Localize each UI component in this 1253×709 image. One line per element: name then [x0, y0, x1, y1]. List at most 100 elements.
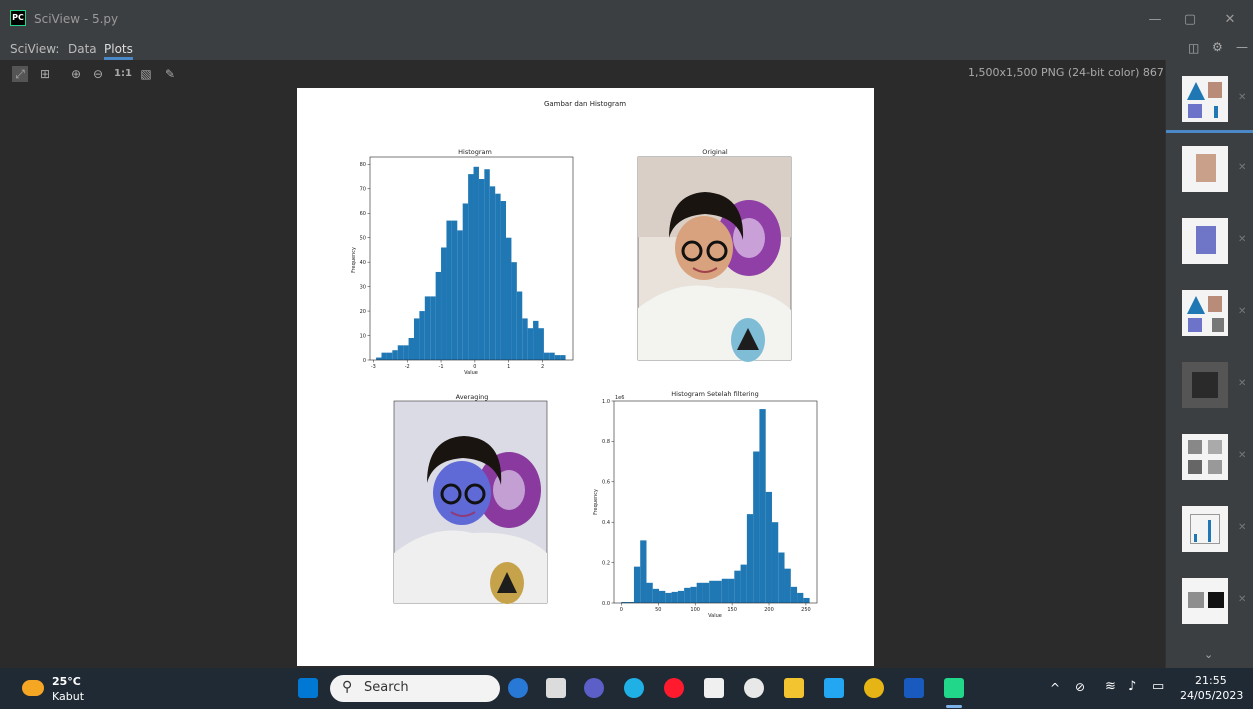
edge-browser-icon[interactable] [624, 678, 644, 698]
thumbnail-5[interactable] [1182, 362, 1228, 408]
y-tick-label: 0.6 [602, 480, 610, 486]
layout-icon[interactable]: ◫ [1188, 41, 1199, 55]
scroll-down-chevron-icon[interactable]: ⌄ [1204, 648, 1213, 661]
histogram-bar [771, 522, 779, 603]
close-thumbnail-8-icon[interactable]: ✕ [1238, 594, 1246, 605]
y-tick-label: 70 [360, 187, 366, 193]
title-bar: PC SciView - 5.py — ▢ ✕ [0, 0, 1253, 40]
close-thumbnail-4-icon[interactable]: ✕ [1238, 306, 1246, 317]
volume-icon[interactable]: ♪ [1128, 679, 1136, 694]
tab-data[interactable]: Data [68, 42, 97, 56]
histogram-bar [759, 409, 766, 603]
color-picker-icon[interactable]: ✎ [162, 66, 178, 82]
sciview-label: SciView: [10, 42, 60, 56]
histogram-bar [803, 597, 810, 603]
chrome-icon[interactable] [864, 678, 884, 698]
histogram-xlabel: Value [464, 370, 478, 376]
histogram-bar [511, 262, 517, 360]
y-tick-label: 80 [360, 162, 366, 168]
histogram-ylabel: Frequency [351, 247, 357, 273]
thumbnail-2[interactable] [1182, 146, 1228, 192]
clock-date[interactable]: 24/05/2023 [1180, 689, 1243, 702]
word-icon[interactable] [904, 678, 924, 698]
zoom-out-icon[interactable]: ⊖ [90, 66, 106, 82]
thumbnail-3[interactable] [1182, 218, 1228, 264]
maximize-button[interactable]: ▢ [1175, 8, 1205, 32]
histogram-bar [457, 230, 463, 360]
pycharm-taskbar-icon[interactable] [944, 678, 964, 698]
close-thumbnail-5-icon[interactable]: ✕ [1238, 378, 1246, 389]
histogram-bar [549, 352, 555, 360]
histogram-bar [753, 451, 760, 603]
zoom-in-icon[interactable]: ⊕ [68, 66, 84, 82]
y-tick-label: 0.2 [602, 560, 610, 566]
histogram-bar [435, 271, 442, 360]
teams-chat-icon[interactable] [584, 678, 604, 698]
figure-suptitle: Gambar dan Histogram [544, 100, 626, 108]
opera-browser-icon[interactable] [664, 678, 684, 698]
filtered-ylabel: Frequency [593, 489, 599, 515]
histogram-bar [646, 582, 653, 603]
histogram-bar [462, 203, 469, 360]
taskbar-search[interactable]: ⚲ Search [330, 675, 528, 702]
battery-icon[interactable]: ▭ [1152, 679, 1164, 694]
close-button[interactable]: ✕ [1215, 8, 1245, 32]
thumbnail-8[interactable] [1182, 578, 1228, 624]
minimize-button[interactable]: — [1140, 8, 1170, 32]
tab-plots[interactable]: Plots [104, 42, 133, 60]
histogram-bar [671, 591, 678, 603]
start-windows-icon[interactable] [298, 678, 318, 698]
histogram-bar [522, 318, 528, 360]
close-thumbnail-7-icon[interactable]: ✕ [1238, 522, 1246, 533]
tray-overflow-icon[interactable]: ^ [1050, 681, 1060, 695]
bing-icon[interactable] [508, 678, 528, 698]
histogram-bar [734, 570, 741, 603]
thumbnail-4[interactable] [1182, 290, 1228, 336]
vscode-icon[interactable] [824, 678, 844, 698]
y-tick-label: 0.4 [602, 520, 610, 526]
clock-time[interactable]: 21:55 [1195, 674, 1227, 687]
weather-icon[interactable] [22, 680, 44, 696]
x-tick-label: 100 [690, 607, 700, 613]
file-icon[interactable] [704, 678, 724, 698]
close-thumbnail-3-icon[interactable]: ✕ [1238, 234, 1246, 245]
histogram-bar [538, 328, 544, 360]
close-thumbnail-1-icon[interactable]: ✕ [1238, 92, 1246, 103]
actual-size-button[interactable]: 1:1 [114, 66, 132, 82]
network-off-icon[interactable]: ⊘ [1075, 680, 1085, 694]
figure-svg: Gambar dan Histogram Histogram -3 -2 -1 0 1 2… [351, 100, 818, 619]
histogram-bar [446, 220, 452, 360]
histogram-bar [506, 237, 512, 360]
histogram-bar [778, 552, 785, 603]
histogram-bar [665, 592, 672, 603]
histogram-bar [468, 174, 474, 360]
hide-panel-icon[interactable]: — [1236, 40, 1248, 54]
grid-icon[interactable]: ⊞ [37, 66, 53, 82]
histogram-bar [403, 345, 409, 360]
original-photo [637, 156, 792, 362]
histogram-bar [419, 311, 425, 360]
y-tick-label: 60 [360, 211, 366, 217]
x-tick-label: 1 [507, 364, 510, 370]
file-explorer-icon[interactable] [784, 678, 804, 698]
thumbnail-6[interactable] [1182, 434, 1228, 480]
chessboard-icon[interactable]: ▧ [138, 66, 154, 82]
weather-desc: Kabut [52, 690, 85, 703]
close-thumbnail-6-icon[interactable]: ✕ [1238, 450, 1246, 461]
thumbnail-1[interactable] [1182, 76, 1228, 122]
histogram-bar [652, 588, 660, 603]
histogram-bar [702, 582, 710, 603]
wifi-icon[interactable]: ≋ [1105, 679, 1116, 694]
histogram-title: Histogram [458, 148, 492, 156]
histogram-bar [386, 352, 393, 360]
3d-viewer-icon[interactable] [744, 678, 764, 698]
close-thumbnail-2-icon[interactable]: ✕ [1238, 162, 1246, 173]
gear-icon[interactable]: ⚙ [1212, 40, 1223, 54]
fit-to-window-icon[interactable]: ⤢ [12, 66, 28, 82]
thumbnail-7[interactable] [1182, 506, 1228, 552]
filtered-histogram-axes: 0 50 100 150 200 250 0.0 0.2 0.4 0.6 0.8 1.0 [602, 399, 818, 613]
histogram-bar [430, 296, 436, 360]
window-title: SciView - 5.py [34, 12, 119, 26]
task-view-icon[interactable] [546, 678, 566, 698]
histogram-bar [721, 578, 729, 603]
